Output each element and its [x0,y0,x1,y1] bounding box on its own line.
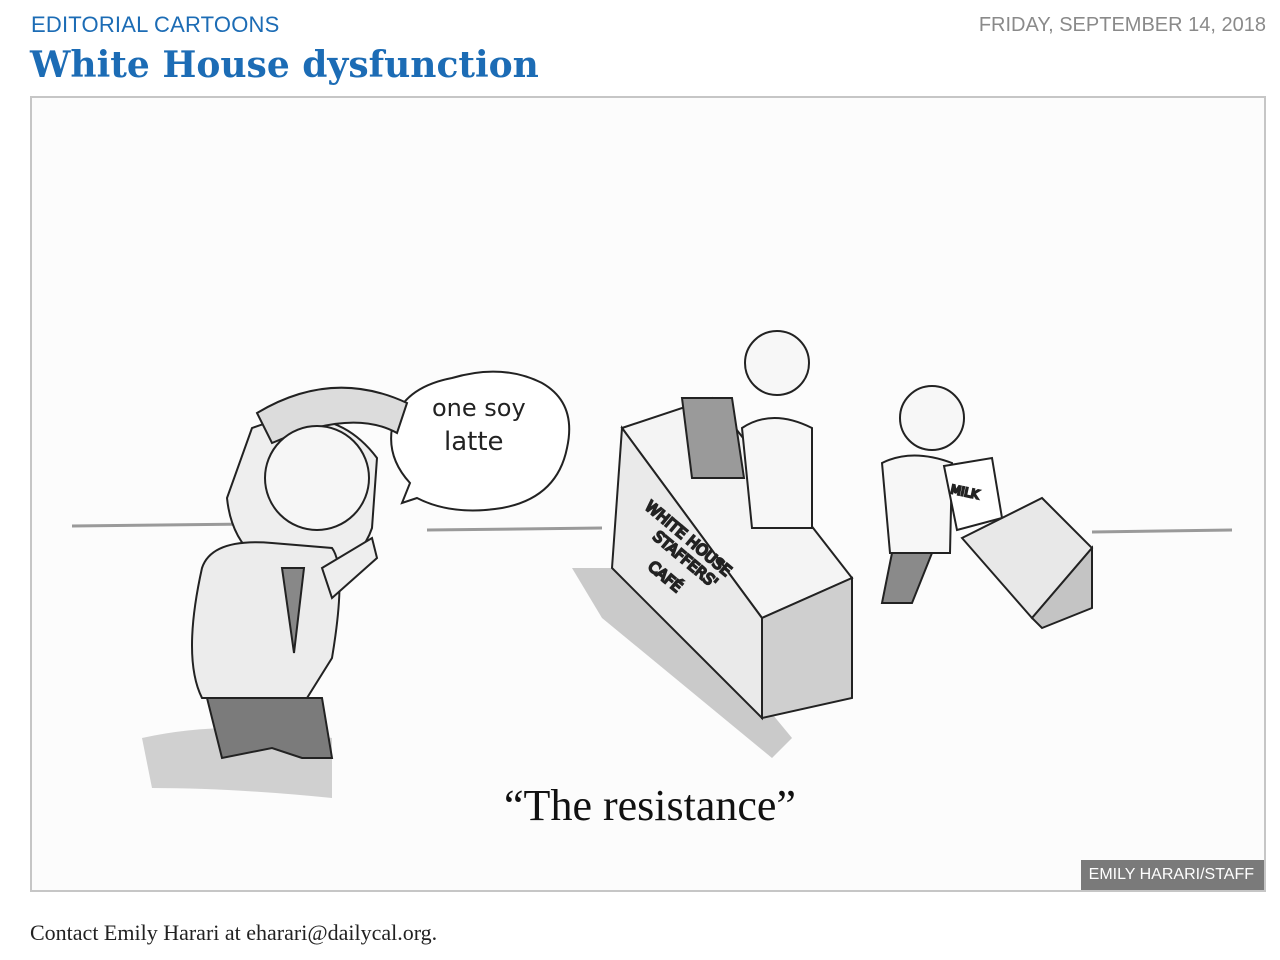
cartoon-caption: “The resistance” [504,781,796,830]
cartoon-illustration: one soy latte WHITE HOUSE STAFFERS' CAFÉ [71,330,1233,830]
barista-figure [740,330,813,529]
photo-credit: EMILY HARARI/STAFF [1080,860,1264,890]
speech-bubble: one soy latte [390,370,571,512]
section-label[interactable]: EDITORIAL CARTOONS [31,12,280,38]
speech-line-1: one soy [432,394,526,422]
president-figure [191,386,409,760]
contact-line: Contact Emily Harari at eharari@dailycal… [30,920,438,945]
cartoon-figure: one soy latte WHITE HOUSE STAFFERS' CAFÉ [30,96,1266,892]
milk-carton: MILK [942,456,1004,532]
article-title: White House dysfunction [30,44,539,86]
cafe-counter: WHITE HOUSE STAFFERS' CAFÉ [610,396,854,721]
speech-line-2: latte [444,427,504,457]
publish-date: FRIDAY, SEPTEMBER 14, 2018 [978,14,1266,36]
